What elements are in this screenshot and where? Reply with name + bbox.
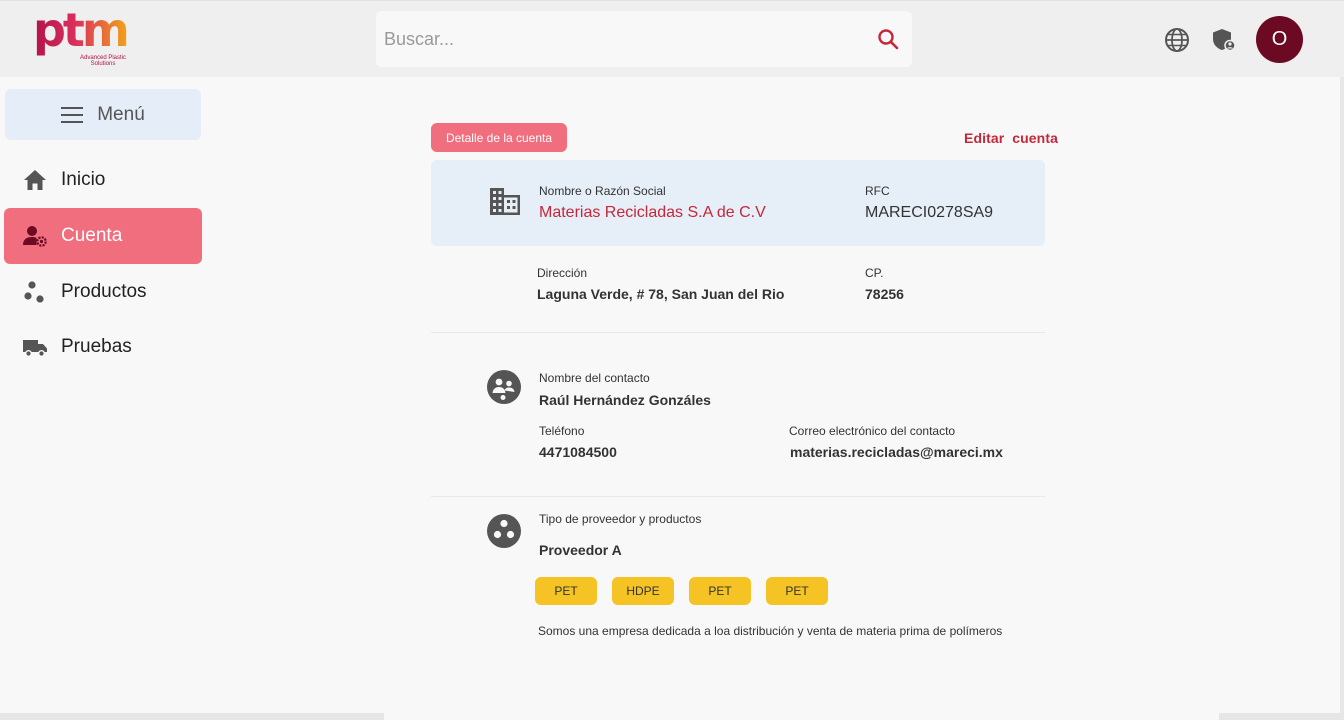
user-settings-icon <box>23 226 47 247</box>
user-avatar[interactable]: O <box>1256 16 1303 63</box>
section-divider <box>431 332 1045 333</box>
address-value: Laguna Verde, # 78, San Juan del Rio <box>537 286 785 302</box>
provider-type-label: Tipo de proveedor y productos <box>539 512 702 526</box>
provider-bubbles-icon <box>487 514 521 548</box>
product-chip[interactable]: PET <box>689 577 751 605</box>
sidebar-item-label: Inicio <box>61 169 106 190</box>
menu-label: Menú <box>97 103 145 125</box>
bubbles-icon <box>24 281 44 303</box>
address-label: Dirección <box>537 266 588 280</box>
rfc-value: MARECI0278SA9 <box>865 204 994 221</box>
sidebar-item-label: Cuenta <box>61 225 123 246</box>
sidebar-item-label: Pruebas <box>61 336 132 357</box>
provider-description: Somos una empresa dedicada a loa distrib… <box>538 624 1003 638</box>
sidebar-item-label: Productos <box>61 281 147 302</box>
shield-user-icon[interactable] <box>1210 26 1238 54</box>
search-icon[interactable] <box>876 27 900 51</box>
vertical-scrollbar[interactable] <box>1340 77 1344 720</box>
globe-icon[interactable] <box>1163 26 1191 54</box>
edit-account-link[interactable]: Editar cuenta <box>964 130 1058 146</box>
hamburger-icon <box>61 106 84 123</box>
phone-value: 4471084500 <box>539 444 617 460</box>
sidebar-item-cuenta[interactable]: Cuenta <box>4 208 202 264</box>
product-chip[interactable]: PET <box>766 577 828 605</box>
product-chip[interactable]: HDPE <box>612 577 674 605</box>
truck-icon <box>23 340 47 358</box>
account-detail-badge: Detalle de la cuenta <box>431 123 567 152</box>
cp-label: CP. <box>865 266 884 280</box>
section-divider <box>431 496 1045 497</box>
provider-type-value: Proveedor A <box>539 542 622 558</box>
company-name-label: Nombre o Razón Social <box>539 184 666 198</box>
product-chip[interactable]: PET <box>535 577 597 605</box>
ptm-logo[interactable]: ptm Advanced Plastic Solutions <box>33 3 143 69</box>
contact-group-icon <box>487 370 521 404</box>
sidebar-item-pruebas[interactable]: Pruebas <box>4 319 202 375</box>
rfc-label: RFC <box>865 184 890 198</box>
email-label: Correo electrónico del contacto <box>789 424 956 438</box>
company-card <box>431 160 1045 246</box>
logo-text: ptm <box>33 3 130 57</box>
email-value: materias.recicladas@mareci.mx <box>790 444 1003 460</box>
menu-toggle-button[interactable]: Menú <box>5 89 201 140</box>
contact-name-label: Nombre del contacto <box>539 371 650 385</box>
logo-tagline: Advanced Plastic Solutions <box>79 55 127 67</box>
phone-label: Teléfono <box>539 424 585 438</box>
horizontal-scrollbar[interactable] <box>0 713 384 720</box>
top-bar: ptm Advanced Plastic Solutions O <box>0 0 1344 77</box>
home-icon <box>24 170 46 190</box>
search-input[interactable] <box>384 25 864 53</box>
cp-value: 78256 <box>865 286 904 302</box>
company-name-value: Materias Recicladas S.A de C.V <box>539 204 766 221</box>
sidebar-item-inicio[interactable]: Inicio <box>4 152 202 208</box>
contact-name-value: Raúl Hernández Gonzáles <box>539 392 711 408</box>
sidebar-item-productos[interactable]: Productos <box>4 264 202 320</box>
search-bar <box>376 11 912 67</box>
building-icon <box>490 188 520 215</box>
horizontal-scrollbar-track <box>1219 713 1344 720</box>
